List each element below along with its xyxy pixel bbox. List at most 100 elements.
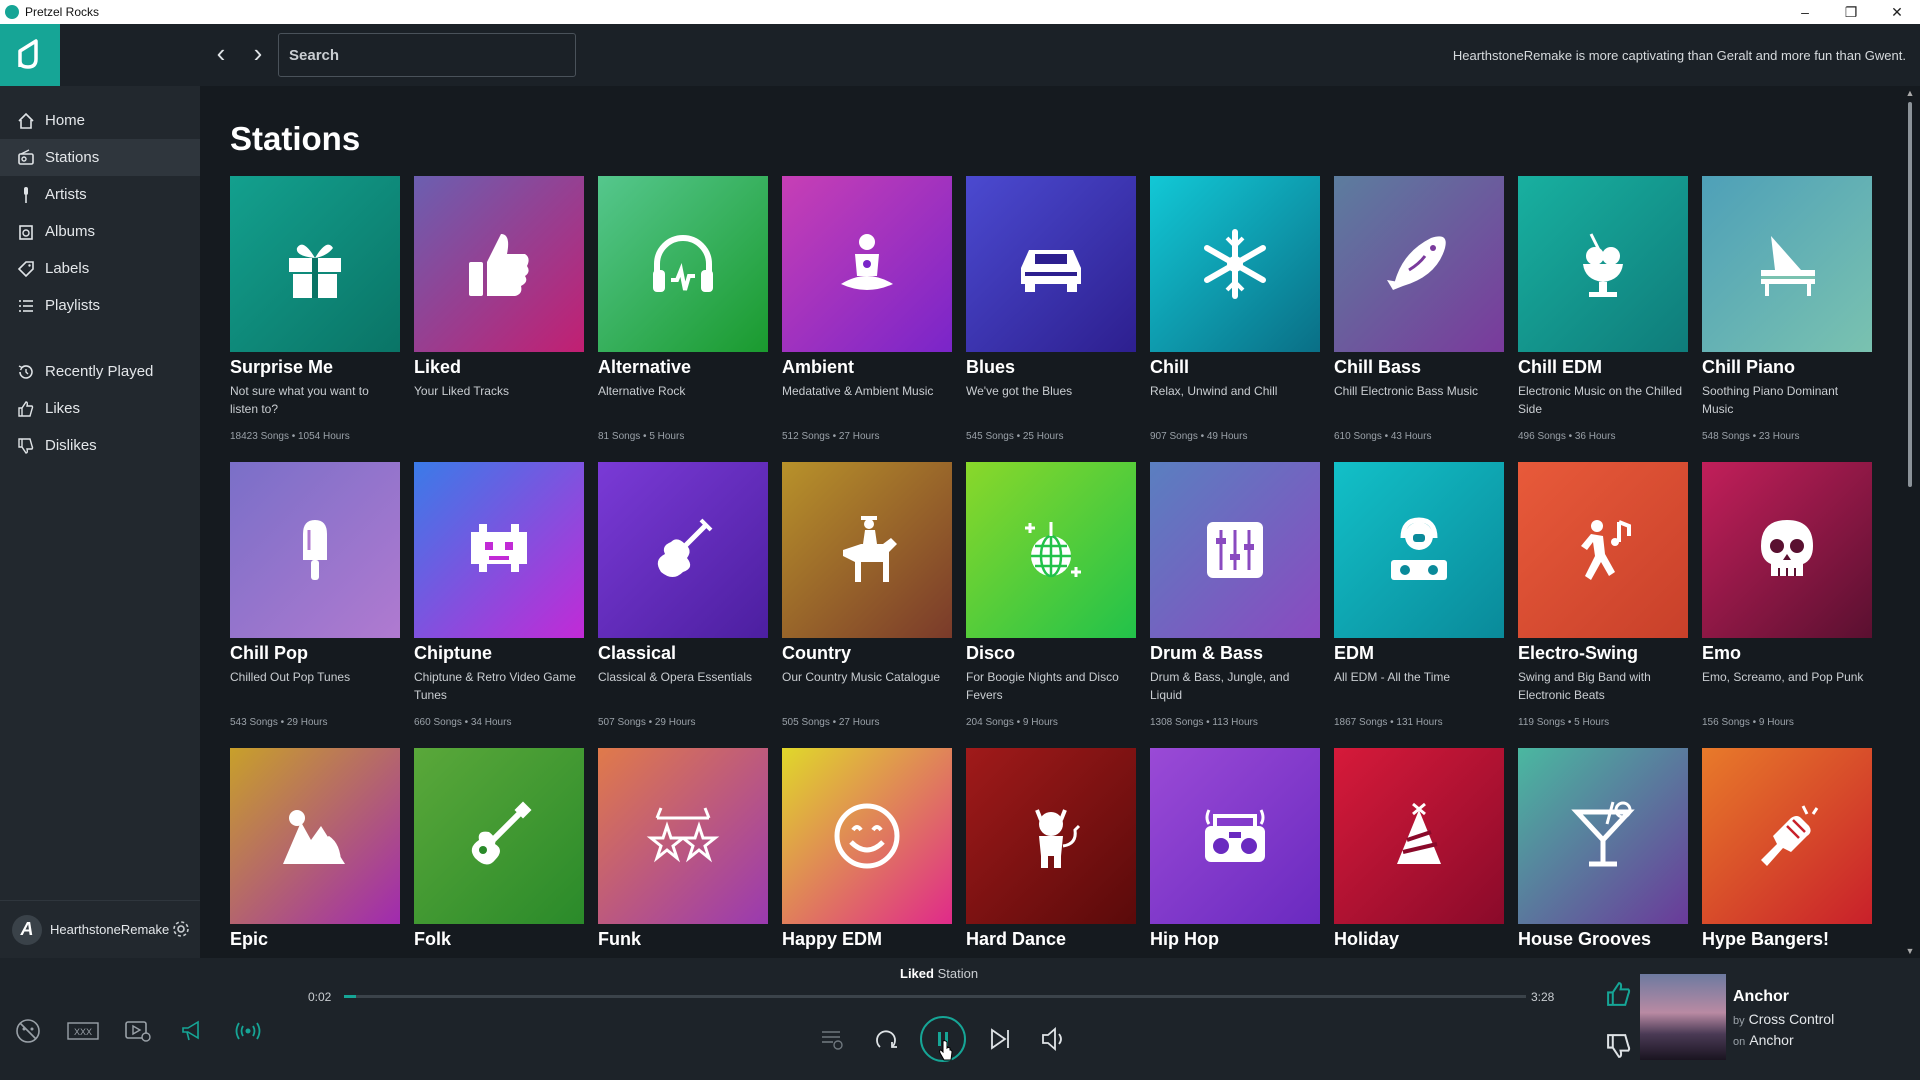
- station-name[interactable]: Alternative: [598, 357, 768, 378]
- station-name[interactable]: Electro-Swing: [1518, 643, 1688, 664]
- video-icon[interactable]: [122, 1016, 154, 1046]
- station-card-liked[interactable]: Liked Your Liked Tracks: [414, 176, 584, 446]
- station-artwork[interactable]: [1702, 748, 1872, 924]
- station-name[interactable]: Blues: [966, 357, 1136, 378]
- station-artwork[interactable]: [230, 748, 400, 924]
- station-artwork[interactable]: [230, 176, 400, 352]
- like-track-icon[interactable]: [1603, 978, 1635, 1010]
- sidebar-item-albums[interactable]: Albums: [0, 213, 200, 250]
- broadcast-icon[interactable]: [232, 1016, 264, 1046]
- station-card-hard-dance[interactable]: Hard DanceHardcore EDM, Not for the: [966, 748, 1136, 958]
- station-card-epic[interactable]: EpicCinematic, Orchestral, Pirate: [230, 748, 400, 958]
- station-name[interactable]: Surprise Me: [230, 357, 400, 378]
- announce-icon[interactable]: [177, 1016, 209, 1046]
- station-card-alternative[interactable]: Alternative Alternative Rock 81 Songs • 5 …: [598, 176, 768, 446]
- station-artwork[interactable]: [1518, 462, 1688, 638]
- scroll-down-icon[interactable]: ▼: [1904, 946, 1916, 956]
- xxx-icon[interactable]: XXX: [67, 1016, 99, 1046]
- station-name[interactable]: Hype Bangers!: [1702, 929, 1872, 950]
- station-name[interactable]: Chill EDM: [1518, 357, 1688, 378]
- station-artwork[interactable]: [966, 462, 1136, 638]
- station-artwork[interactable]: [1150, 748, 1320, 924]
- station-name[interactable]: Chiptune: [414, 643, 584, 664]
- station-card-hip-hop[interactable]: Hip HopAll things Hip Hop and Rap: [1150, 748, 1320, 958]
- station-artwork[interactable]: [782, 748, 952, 924]
- scroll-up-icon[interactable]: ▲: [1904, 88, 1916, 98]
- station-name[interactable]: Emo: [1702, 643, 1872, 664]
- station-card-country[interactable]: Country Our Country Music Catalogue 505 So…: [782, 462, 952, 732]
- repeat-icon[interactable]: [866, 1019, 906, 1059]
- station-card-holiday[interactable]: HolidayHo! Ho! Hooo!: [1334, 748, 1504, 958]
- pretzel-logo[interactable]: [0, 24, 60, 86]
- station-artwork[interactable]: [1518, 748, 1688, 924]
- station-card-blues[interactable]: Blues We've got the Blues 545 Songs • 25 H…: [966, 176, 1136, 446]
- station-artwork[interactable]: [1702, 176, 1872, 352]
- station-name[interactable]: Hip Hop: [1150, 929, 1320, 950]
- station-name[interactable]: Chill: [1150, 357, 1320, 378]
- next-icon[interactable]: [980, 1019, 1020, 1059]
- station-card-house-grooves[interactable]: House GroovesAll Vibes, All House: [1518, 748, 1688, 958]
- station-card-surprise-me[interactable]: Surprise Me Not sure what you want to lis…: [230, 176, 400, 446]
- station-name[interactable]: Drum & Bass: [1150, 643, 1320, 664]
- sidebar-item-artists[interactable]: Artists: [0, 176, 200, 213]
- station-artwork[interactable]: [1334, 748, 1504, 924]
- sidebar-item-dislikes[interactable]: Dislikes: [0, 427, 200, 464]
- station-card-edm[interactable]: EDM All EDM - All the Time 1867 Songs • 13…: [1334, 462, 1504, 732]
- station-name[interactable]: Liked: [414, 357, 584, 378]
- station-name[interactable]: Ambient: [782, 357, 952, 378]
- dislike-track-icon[interactable]: [1603, 1030, 1635, 1062]
- station-artwork[interactable]: [1150, 176, 1320, 352]
- station-card-drum-bass[interactable]: Drum & Bass Drum & Bass, Jungle, and Liqu…: [1150, 462, 1320, 732]
- station-artwork[interactable]: [598, 176, 768, 352]
- explicit-icon[interactable]: [12, 1016, 44, 1046]
- close-button[interactable]: ✕: [1874, 0, 1920, 24]
- restore-button[interactable]: ❐: [1828, 0, 1874, 24]
- sidebar-item-playlists[interactable]: Playlists: [0, 287, 200, 324]
- station-card-chill-piano[interactable]: Chill Piano Soothing Piano Dominant Music…: [1702, 176, 1872, 446]
- station-name[interactable]: Chill Piano: [1702, 357, 1872, 378]
- sidebar-item-home[interactable]: Home: [0, 102, 200, 139]
- track-artist[interactable]: Cross Control: [1749, 1011, 1835, 1027]
- station-artwork[interactable]: [966, 748, 1136, 924]
- user-profile[interactable]: A HearthstoneRemake: [0, 900, 200, 958]
- track-title[interactable]: Anchor: [1733, 988, 1789, 1006]
- station-card-disco[interactable]: Disco For Boogie Nights and Disco Fevers 2…: [966, 462, 1136, 732]
- station-name[interactable]: Folk: [414, 929, 584, 950]
- station-card-funk[interactable]: FunkAll things Funky: [598, 748, 768, 958]
- station-name[interactable]: Funk: [598, 929, 768, 950]
- queue-icon[interactable]: [812, 1019, 852, 1059]
- station-name[interactable]: Hard Dance: [966, 929, 1136, 950]
- station-name[interactable]: Happy EDM: [782, 929, 952, 950]
- station-name[interactable]: Disco: [966, 643, 1136, 664]
- station-artwork[interactable]: [230, 462, 400, 638]
- sidebar-item-labels[interactable]: Labels: [0, 250, 200, 287]
- station-card-hype-bangers[interactable]: Hype Bangers!EDM That Gets Your Blood: [1702, 748, 1872, 958]
- sidebar-item-stations[interactable]: Stations: [0, 139, 200, 176]
- station-name[interactable]: Epic: [230, 929, 400, 950]
- station-artwork[interactable]: [1334, 462, 1504, 638]
- station-card-chiptune[interactable]: Chiptune Chiptune & Retro Video Game Tune…: [414, 462, 584, 732]
- station-name[interactable]: Chill Pop: [230, 643, 400, 664]
- station-artwork[interactable]: [966, 176, 1136, 352]
- station-artwork[interactable]: [1518, 176, 1688, 352]
- station-card-chill[interactable]: Chill Relax, Unwind and Chill 907 Songs • …: [1150, 176, 1320, 446]
- station-artwork[interactable]: [782, 176, 952, 352]
- station-card-chill-edm[interactable]: Chill EDM Electronic Music on the Chilled…: [1518, 176, 1688, 446]
- station-name[interactable]: Holiday: [1334, 929, 1504, 950]
- station-card-classical[interactable]: Classical Classical & Opera Essentials 507…: [598, 462, 768, 732]
- station-artwork[interactable]: [782, 462, 952, 638]
- station-name[interactable]: EDM: [1334, 643, 1504, 664]
- scroll-thumb[interactable]: [1908, 102, 1912, 487]
- station-name[interactable]: House Grooves: [1518, 929, 1688, 950]
- station-artwork[interactable]: [598, 748, 768, 924]
- station-artwork[interactable]: [1702, 462, 1872, 638]
- gear-icon[interactable]: [170, 918, 192, 945]
- station-card-chill-pop[interactable]: Chill Pop Chilled Out Pop Tunes 543 Songs …: [230, 462, 400, 732]
- station-card-electro-swing[interactable]: Electro-Swing Swing and Big Band with Ele…: [1518, 462, 1688, 732]
- station-card-folk[interactable]: FolkFolk & Acoustic Music: [414, 748, 584, 958]
- search-input[interactable]: [278, 33, 576, 77]
- forward-button[interactable]: ›: [244, 40, 272, 68]
- minimize-button[interactable]: –: [1782, 0, 1828, 24]
- station-artwork[interactable]: [598, 462, 768, 638]
- sidebar-item-likes[interactable]: Likes: [0, 390, 200, 427]
